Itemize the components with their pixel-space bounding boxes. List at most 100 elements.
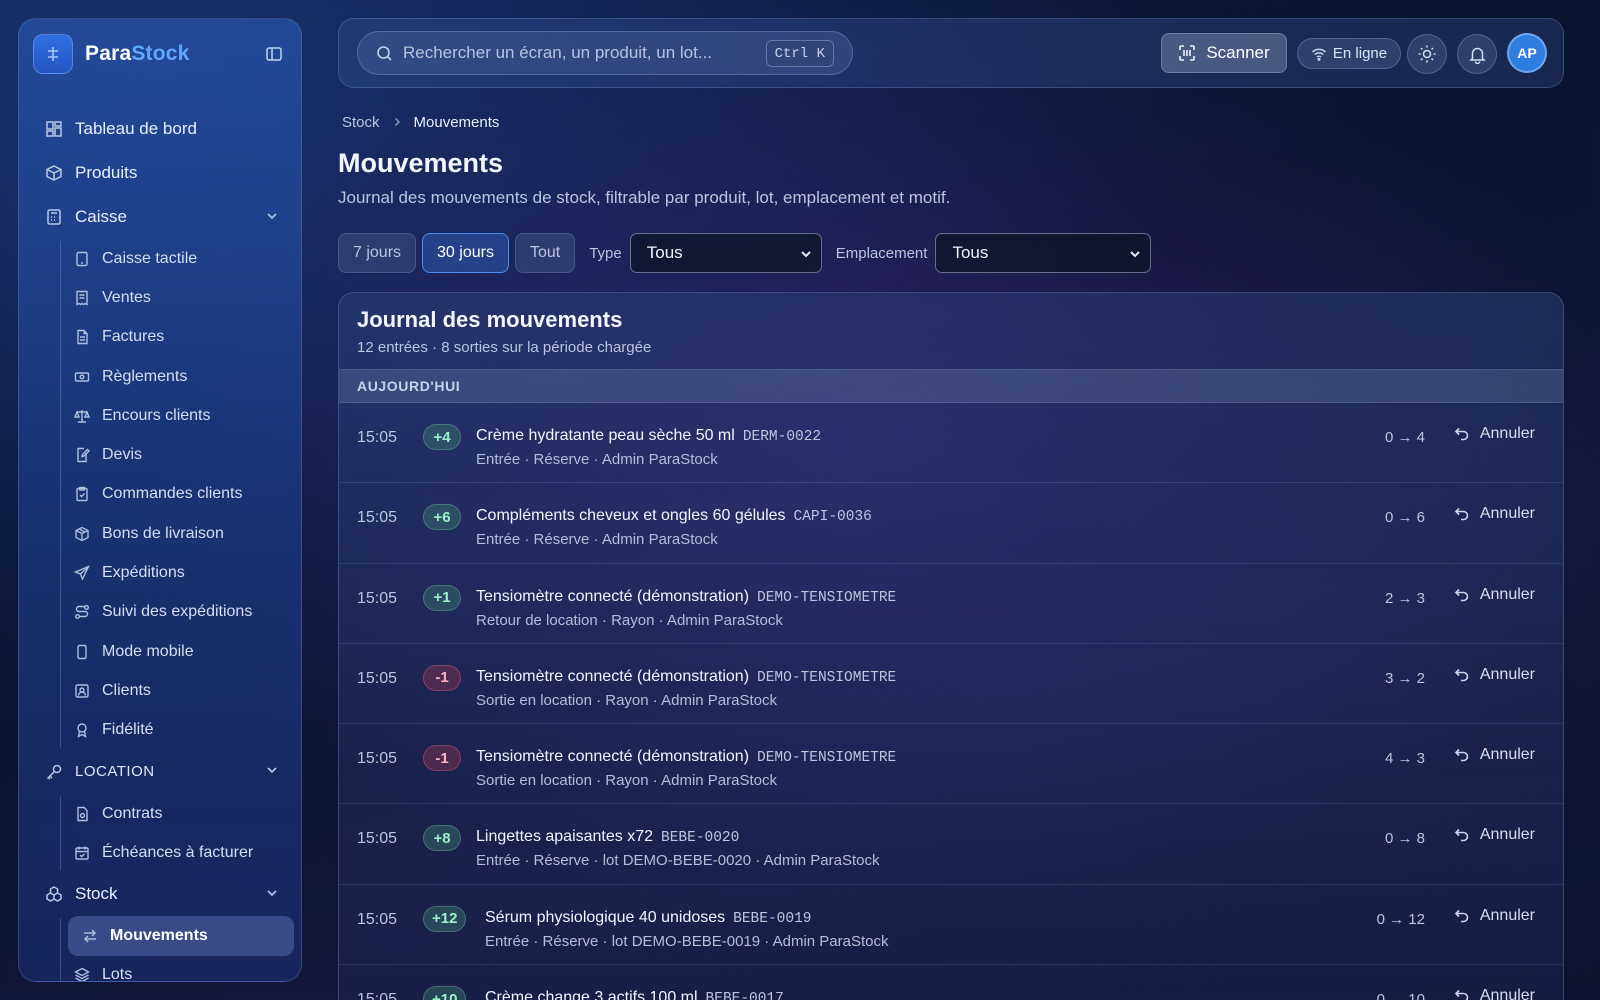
undo-label: Annuler	[1479, 665, 1535, 683]
sidebar-item-expeditions[interactable]: Expéditions	[49, 553, 293, 592]
stock-transition: 0 → 8	[1384, 830, 1425, 848]
undo-label: Annuler	[1479, 425, 1535, 442]
sidebar-item-suivi-des-expeditions[interactable]: Suivi des expéditions	[49, 593, 293, 632]
quantity-delta-badge: +8	[423, 825, 461, 852]
sidebar-item-encours-clients[interactable]: Encours clients	[49, 396, 293, 435]
group-header-today: AUJOURD'HUI	[339, 369, 1563, 403]
journal-title: Journal des mouvements	[357, 307, 623, 332]
sidebar-item-lots[interactable]: Lots	[49, 956, 293, 981]
sidebar-item-mode-mobile[interactable]: Mode mobile	[49, 632, 293, 671]
sidebar-item-bons-de-livraison[interactable]: Bons de livraison	[49, 514, 293, 553]
product-name[interactable]: Sérum physiologique 40 unidoses BEBE-0019	[485, 909, 811, 927]
sidebar-item-commandes-clients[interactable]: Commandes clients	[49, 475, 293, 514]
type-select[interactable]: Tous	[629, 233, 822, 273]
layers-icon	[74, 967, 90, 981]
sidebar-item-label: Clients	[102, 681, 151, 699]
phone-icon	[74, 644, 90, 660]
undo-label: Annuler	[1479, 505, 1535, 523]
undo-button[interactable]: Annuler	[1454, 425, 1535, 443]
bell-icon	[1468, 45, 1487, 64]
sidebar-item-ventes[interactable]: Ventes	[49, 278, 293, 317]
product-code: BEBE-0020	[661, 830, 740, 847]
sidebar-item-dashboard[interactable]: Tableau de bord	[29, 107, 293, 151]
product-name[interactable]: Tensiomètre connecté (démonstration) DEMO…	[476, 748, 896, 766]
chevron-down-icon	[1128, 246, 1142, 266]
brand[interactable]: ParaStock	[33, 33, 289, 75]
calendar-icon	[74, 845, 90, 861]
movement-meta: Entrée · Réserve · Admin ParaStock	[476, 451, 718, 468]
undo-label: Annuler	[1479, 585, 1535, 603]
sidebar-item-products[interactable]: Produits	[29, 151, 293, 195]
search-box[interactable]: Ctrl K	[357, 31, 853, 75]
product-name[interactable]: Compléments cheveux et ongles 60 gélules…	[476, 507, 872, 525]
location-select[interactable]: Tous	[935, 233, 1152, 273]
breadcrumb: Stock Mouvements	[342, 114, 499, 131]
sidebar-item-reglements[interactable]: Règlements	[49, 357, 293, 396]
product-code: CAPI-0036	[793, 509, 872, 526]
movement-time: 15:05	[357, 830, 398, 848]
sidebar-item-label: Tableau de bord	[75, 119, 197, 138]
theme-toggle-button[interactable]	[1407, 34, 1447, 74]
sidebar-item-clients[interactable]: Clients	[49, 671, 293, 710]
quantity-delta-badge: -1	[423, 664, 461, 691]
sidebar-item-mouvements[interactable]: Mouvements	[68, 916, 294, 956]
undo-icon	[1454, 667, 1470, 683]
undo-icon	[1454, 827, 1470, 843]
undo-icon	[1454, 908, 1470, 924]
stock-transition: 0 → 6	[1384, 509, 1425, 527]
sidebar-item-label: Produits	[75, 163, 138, 182]
search-shortcut: Ctrl K	[765, 40, 834, 67]
sidebar-section-location[interactable]: LOCATION	[29, 750, 293, 794]
scan-button[interactable]: Scanner	[1161, 33, 1287, 73]
sidebar-item-label: Contrats	[102, 804, 163, 822]
sidebar-item-label: Encours clients	[102, 406, 211, 424]
undo-button[interactable]: Annuler	[1454, 826, 1535, 844]
sidebar-toggle-icon[interactable]	[263, 43, 285, 65]
undo-button[interactable]: Annuler	[1454, 746, 1535, 764]
undo-button[interactable]: Annuler	[1454, 907, 1535, 925]
product-name[interactable]: Crème hydratante peau sèche 50 ml DERM-00…	[476, 427, 821, 445]
movement-meta: Sortie en location · Rayon · Admin ParaS…	[476, 691, 777, 709]
product-name[interactable]: Lingettes apaisantes x72 BEBE-0020	[476, 828, 739, 846]
sidebar-item-label: Ventes	[102, 288, 151, 306]
sidebar-section-caisse[interactable]: Caisse	[29, 195, 293, 239]
sidebar-item-fidelite[interactable]: Fidélité	[49, 711, 293, 750]
undo-label: Annuler	[1479, 906, 1535, 924]
product-name-text: Tensiomètre connecté (démonstration)	[476, 748, 750, 766]
undo-icon	[1454, 506, 1470, 522]
sidebar-item-echeances[interactable]: Échéances à facturer	[49, 833, 293, 872]
sidebar-section-stock[interactable]: Stock	[29, 872, 293, 916]
undo-button[interactable]: Annuler	[1454, 666, 1535, 684]
product-name-text: Crème change 3 actifs 100 ml	[485, 989, 698, 1000]
undo-label: Annuler	[1479, 826, 1535, 844]
avatar[interactable]: AP	[1507, 33, 1547, 73]
sidebar-item-factures[interactable]: Factures	[49, 318, 293, 357]
connection-status-label: En ligne	[1332, 45, 1388, 62]
undo-button[interactable]: Annuler	[1454, 987, 1535, 1000]
period-30-days[interactable]: 30 jours	[422, 233, 509, 273]
search-input[interactable]	[403, 43, 763, 63]
sidebar-section-label: LOCATION	[75, 763, 155, 781]
undo-button[interactable]: Annuler	[1454, 505, 1535, 523]
sidebar-item-contrats[interactable]: Contrats	[49, 794, 293, 833]
product-name[interactable]: Crème change 3 actifs 100 ml BEBE-0017	[485, 989, 784, 1000]
location-select-value: Tous	[952, 243, 989, 262]
product-name[interactable]: Tensiomètre connecté (démonstration) DEMO…	[476, 668, 896, 686]
notifications-button[interactable]	[1457, 34, 1497, 74]
period-7-days[interactable]: 7 jours	[338, 233, 417, 273]
sidebar-item-label: Mouvements	[110, 927, 208, 945]
breadcrumb-parent[interactable]: Stock	[342, 114, 380, 131]
product-name-text: Lingettes apaisantes x72	[476, 828, 654, 846]
sidebar-item-caisse-tactile[interactable]: Caisse tactile	[49, 239, 293, 278]
product-code: BEBE-0017	[705, 991, 784, 1000]
undo-button[interactable]: Annuler	[1454, 586, 1535, 604]
table-row: 15:05 -1 Tensiomètre connecté (démonstrati…	[339, 644, 1563, 725]
journal-summary: 12 entrées · 8 sorties sur la période ch…	[357, 339, 652, 356]
sidebar-item-devis[interactable]: Devis	[49, 435, 293, 474]
quantity-delta-badge: -1	[423, 745, 461, 772]
period-all[interactable]: Tout	[514, 233, 576, 273]
movement-time: 15:05	[357, 589, 398, 607]
table-row: 15:05 +12 Sérum physiologique 40 unidoses B…	[339, 885, 1563, 966]
box-icon	[45, 164, 63, 182]
product-name[interactable]: Tensiomètre connecté (démonstration) DEMO…	[476, 588, 896, 606]
